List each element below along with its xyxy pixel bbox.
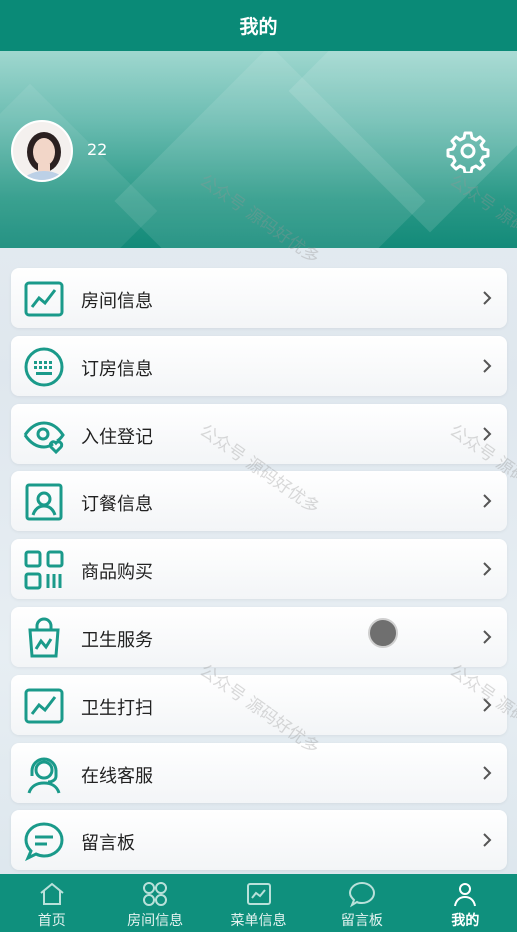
- chevron-right-icon: [483, 494, 492, 509]
- grid-icon: [143, 882, 168, 906]
- bottom-tab-bar: 首页 房间信息 菜单信息 留言板 我的: [0, 874, 517, 932]
- menu-item-check-in[interactable]: 入住登记: [11, 403, 507, 464]
- menu-item-booking-info[interactable]: 订房信息: [11, 335, 507, 396]
- menu-item-hygiene-cleaning[interactable]: 卫生打扫: [11, 674, 507, 735]
- eye-heart-icon: [23, 421, 65, 454]
- chevron-right-icon: [483, 426, 492, 441]
- home-icon: [40, 882, 64, 905]
- menu-item-label: 订房信息: [81, 358, 153, 380]
- menu-item-message-board[interactable]: 留言板: [11, 810, 507, 871]
- avatar[interactable]: [11, 120, 73, 182]
- tab-label: 留言板: [340, 913, 383, 929]
- shopping-bag-icon: [28, 617, 60, 658]
- id-card-icon: [25, 483, 63, 521]
- keyboard-icon: [24, 347, 64, 387]
- menu-item-online-support[interactable]: 在线客服: [11, 742, 507, 803]
- top-bar: 我的: [0, 0, 517, 51]
- menu-item-label: 卫生服务: [81, 629, 153, 651]
- tab-label: 首页: [37, 913, 66, 929]
- tab-label: 房间信息: [127, 913, 184, 929]
- headset-icon: [27, 757, 61, 794]
- menu-item-label: 在线客服: [81, 765, 153, 787]
- chevron-right-icon: [483, 698, 492, 712]
- menu-item-product-purchase[interactable]: 商品购买: [11, 539, 507, 600]
- chevron-right-icon: [483, 291, 492, 305]
- menu-item-label: 卫生打扫: [81, 697, 153, 719]
- chat-icon: [24, 822, 64, 862]
- tab-home[interactable]: 首页: [0, 874, 103, 932]
- chat-icon: [348, 881, 375, 908]
- chart-icon: [24, 281, 64, 317]
- qr-code-icon: [24, 550, 64, 590]
- menu-item-meal-order[interactable]: 订餐信息: [11, 471, 507, 532]
- menu-list: 房间信息 订房信息 入住登记 订餐信息 商品购买 卫生服务 卫生打扫 在线客服: [11, 268, 507, 878]
- menu-item-room-info[interactable]: 房间信息: [11, 268, 507, 328]
- chart-icon: [24, 688, 64, 724]
- gear-icon[interactable]: [446, 129, 490, 175]
- tab-label: 我的: [451, 913, 480, 929]
- tab-message-board[interactable]: 留言板: [310, 874, 413, 932]
- tab-menu-info[interactable]: 菜单信息: [207, 874, 310, 932]
- profile-header: 22: [0, 51, 517, 248]
- chevron-right-icon: [483, 630, 492, 644]
- menu-board-icon: [246, 883, 271, 905]
- floating-touch-indicator[interactable]: [368, 618, 398, 648]
- tab-mine[interactable]: 我的: [414, 874, 517, 932]
- chevron-right-icon: [483, 562, 492, 576]
- chevron-right-icon: [483, 765, 492, 780]
- menu-item-label: 留言板: [81, 833, 135, 855]
- user-icon: [454, 883, 477, 907]
- chevron-right-icon: [483, 833, 492, 848]
- menu-item-label: 商品购买: [81, 562, 153, 584]
- chevron-right-icon: [483, 359, 492, 373]
- menu-item-label: 房间信息: [81, 291, 153, 312]
- menu-item-label: 入住登记: [81, 426, 153, 448]
- page-title: 我的: [239, 16, 278, 38]
- menu-item-label: 订餐信息: [81, 494, 153, 516]
- username: 22: [87, 140, 108, 159]
- menu-item-hygiene-service[interactable]: 卫生服务: [11, 606, 507, 667]
- tab-room-info[interactable]: 房间信息: [103, 874, 206, 932]
- tab-label: 菜单信息: [230, 913, 287, 929]
